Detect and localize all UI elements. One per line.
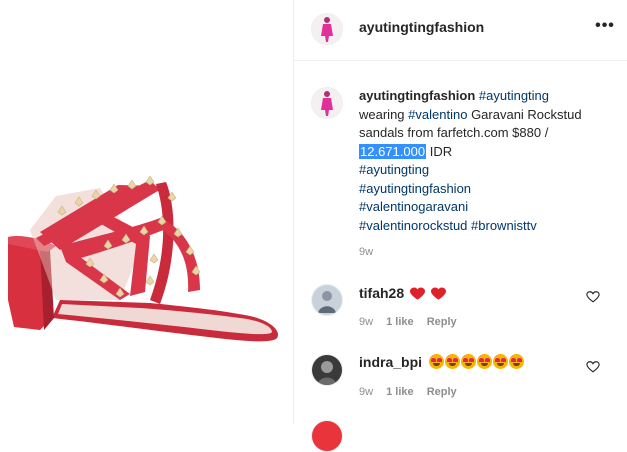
comment-time[interactable]: 9w [359, 386, 373, 398]
comment-avatar[interactable] [311, 354, 343, 386]
comment-item: indra_bpi 9w 1 like Reply [294, 350, 627, 410]
hashtag-link[interactable]: #ayutingtingfashion [359, 181, 471, 196]
comment-likes[interactable]: 1 like [386, 386, 414, 398]
heart-eyes-emoji-icon [444, 354, 460, 369]
hashtag-link[interactable]: #ayutingting [359, 162, 429, 177]
avatar-pink-figure-icon [312, 14, 342, 44]
heart-eyes-emoji-icon [460, 354, 476, 369]
caption-text: IDR [429, 143, 453, 159]
heart-eyes-emoji-icon [508, 354, 524, 369]
post-side-panel: ayutingtingfashion ••• ayutingtingfashio… [294, 0, 627, 452]
avatar-person-icon [312, 355, 342, 385]
post-header: ayutingtingfashion ••• [294, 0, 627, 61]
caption-avatar[interactable] [311, 87, 343, 119]
hashtag-link[interactable]: #brownisttv [471, 218, 537, 233]
heart-eyes-emoji-icon [428, 354, 444, 369]
comment-time[interactable]: 9w [359, 316, 373, 328]
comment-username[interactable]: indra_bpi [359, 354, 525, 370]
heart-eyes-emoji-icon [476, 354, 492, 369]
avatar-pink-figure-icon [312, 88, 342, 118]
header-username[interactable]: ayutingtingfashion [359, 19, 484, 35]
comment-item: tifah28 9w 1 like Reply [294, 280, 627, 340]
comment-avatar[interactable] [311, 284, 343, 316]
instagram-post-view: ayutingtingfashion ••• ayutingtingfashio… [0, 0, 627, 452]
comment-avatar-partial[interactable] [311, 420, 343, 452]
comment-likes[interactable]: 1 like [386, 316, 414, 328]
post-caption: ayutingtingfashion #ayutingting wearing … [359, 87, 614, 235]
sandal-image [8, 175, 279, 342]
heart-eyes-emoji-icon [492, 354, 508, 369]
hashtag-link[interactable]: #ayutingting [479, 88, 549, 103]
caption-text: wearing [359, 106, 405, 122]
red-heart-icon [430, 287, 446, 300]
comment-username-text[interactable]: tifah28 [359, 285, 404, 301]
caption-username[interactable]: ayutingtingfashion [359, 88, 475, 103]
comment-meta: 9w 1 like Reply [359, 316, 467, 328]
selected-price-text: 12.671.000 [359, 143, 427, 159]
comment-username-text[interactable]: indra_bpi [359, 354, 422, 370]
like-heart-icon[interactable] [586, 360, 600, 374]
hashtag-link[interactable]: #valentinogaravani [359, 199, 468, 214]
post-image[interactable] [0, 0, 294, 424]
reply-button[interactable]: Reply [427, 316, 457, 328]
more-options-button[interactable]: ••• [594, 16, 616, 36]
hashtag-link[interactable]: #valentinorockstud [359, 218, 467, 233]
hashtag-link[interactable]: #valentino [408, 107, 467, 122]
reply-button[interactable]: Reply [427, 386, 457, 398]
like-heart-icon[interactable] [586, 290, 600, 304]
caption-timestamp[interactable]: 9w [359, 246, 373, 258]
comment-meta: 9w 1 like Reply [359, 386, 467, 398]
avatar-person-icon [312, 285, 342, 315]
red-heart-icon [410, 287, 426, 300]
comment-username[interactable]: tifah28 [359, 285, 446, 301]
avatar[interactable] [311, 13, 343, 45]
